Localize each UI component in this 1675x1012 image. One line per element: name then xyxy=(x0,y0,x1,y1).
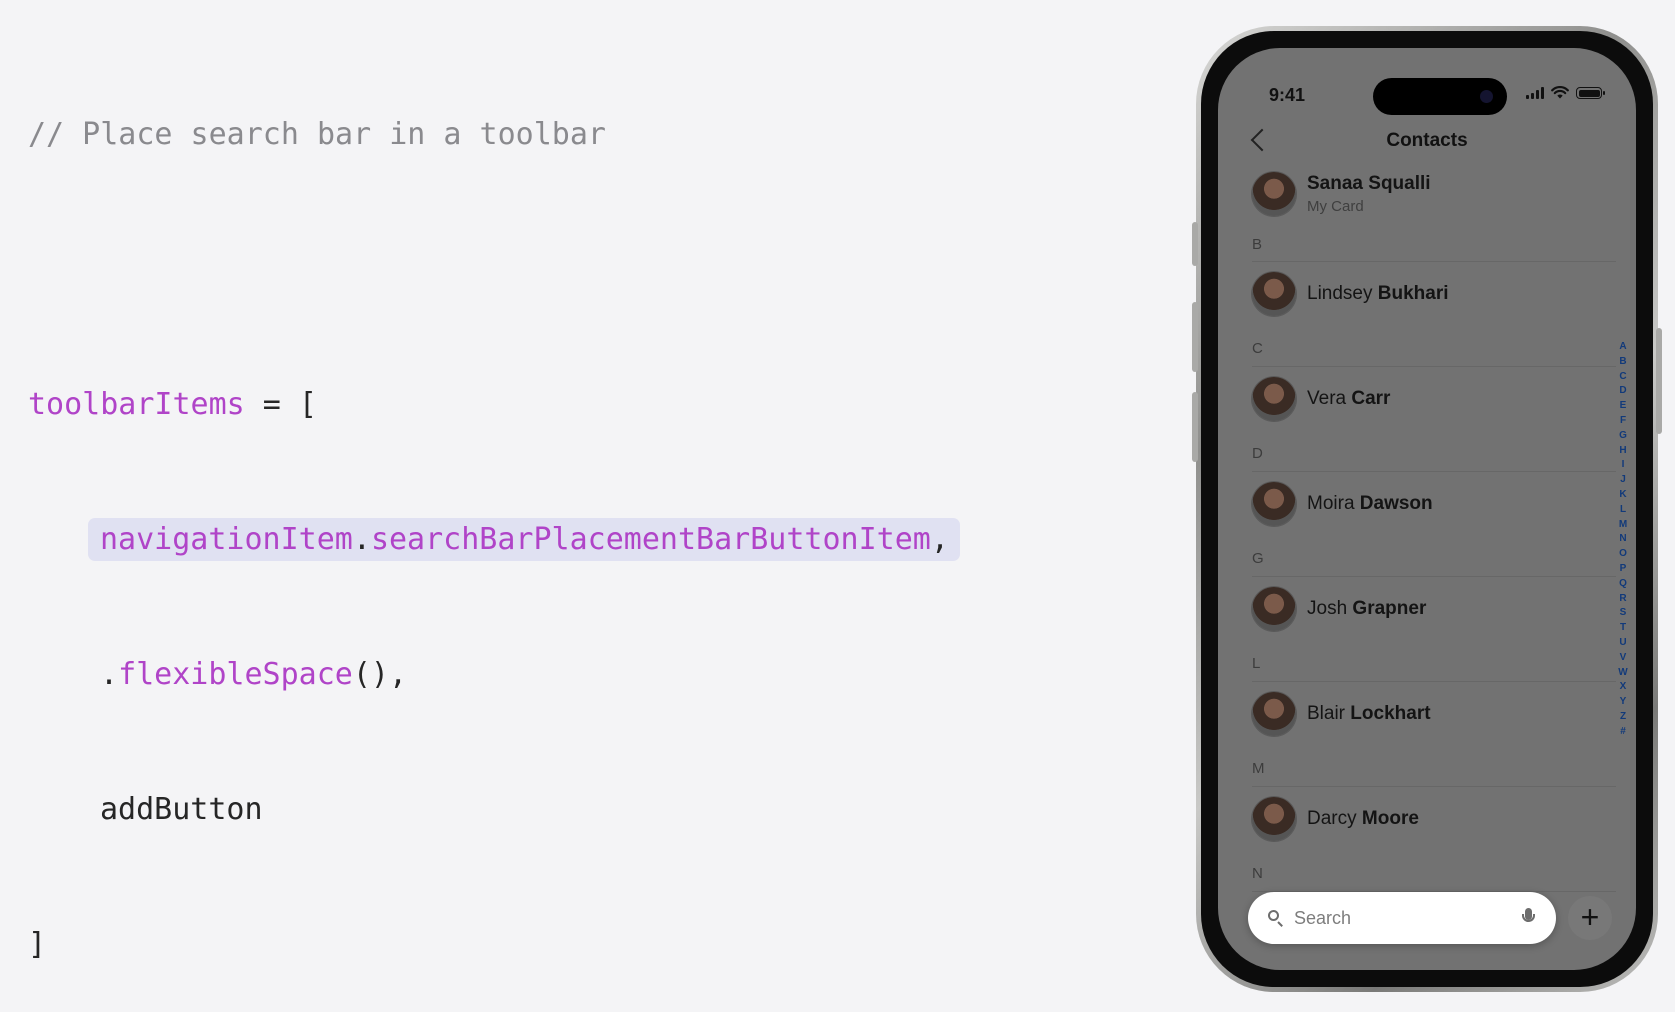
code-line-close: ] xyxy=(28,927,47,962)
volume-up-button xyxy=(1192,302,1198,372)
avatar xyxy=(1252,172,1296,216)
avatar xyxy=(1252,272,1296,316)
code-line-search-placement: navigationItem.searchBarPlacementBarButt… xyxy=(28,517,960,562)
section-header-g: G xyxy=(1252,550,1264,567)
section-header-c: C xyxy=(1252,340,1263,357)
nav-title: Contacts xyxy=(1386,130,1468,151)
index-letter[interactable]: H xyxy=(1619,444,1626,459)
contact-row[interactable]: Darcy Moore xyxy=(1252,797,1419,841)
index-letter[interactable]: K xyxy=(1619,488,1626,503)
contact-row[interactable]: Lindsey Bukhari xyxy=(1252,272,1449,316)
contact-row[interactable]: Josh Grapner xyxy=(1252,587,1426,631)
my-card-row[interactable]: Sanaa Squalli My Card xyxy=(1252,172,1431,216)
index-letter[interactable]: F xyxy=(1620,414,1626,429)
index-letter[interactable]: C xyxy=(1619,370,1626,385)
my-card-subtitle: My Card xyxy=(1307,198,1364,215)
index-letter[interactable]: U xyxy=(1619,636,1626,651)
divider xyxy=(1252,786,1616,787)
section-header-n: N xyxy=(1252,865,1263,882)
search-placeholder[interactable]: Search xyxy=(1294,908,1522,929)
index-letter[interactable]: X xyxy=(1620,680,1627,695)
divider xyxy=(1252,576,1616,577)
index-letter[interactable]: R xyxy=(1619,592,1626,607)
divider xyxy=(1252,471,1616,472)
avatar xyxy=(1252,692,1296,736)
camera-icon xyxy=(1480,90,1493,103)
contact-row[interactable]: Vera Carr xyxy=(1252,377,1390,421)
avatar xyxy=(1252,377,1296,421)
index-letter[interactable]: Z xyxy=(1620,710,1626,725)
divider xyxy=(1252,366,1616,367)
divider xyxy=(1252,261,1616,262)
section-header-m: M xyxy=(1252,760,1265,777)
index-letter[interactable]: S xyxy=(1620,606,1627,621)
avatar xyxy=(1252,797,1296,841)
code-comment: // Place search bar in a toolbar xyxy=(28,117,606,152)
index-letter[interactable]: W xyxy=(1618,666,1627,681)
index-letter[interactable]: N xyxy=(1619,532,1626,547)
index-letter[interactable]: Q xyxy=(1619,577,1627,592)
iphone-frame: 9:41 Contacts Sanaa Squalli My Card B Li… xyxy=(1192,26,1662,992)
wifi-icon xyxy=(1551,86,1569,99)
avatar xyxy=(1252,587,1296,631)
section-header-b: B xyxy=(1252,236,1263,253)
index-letter[interactable]: A xyxy=(1619,340,1626,355)
index-letter[interactable]: T xyxy=(1620,621,1626,636)
contact-row[interactable]: Moira Dawson xyxy=(1252,482,1433,526)
index-letter[interactable]: O xyxy=(1619,547,1627,562)
contact-row[interactable]: Blair Lockhart xyxy=(1252,692,1431,736)
code-blank xyxy=(28,247,949,292)
divider xyxy=(1252,681,1616,682)
section-index[interactable]: A B C D E F G H I J K L M N O P Q R S T U V W X Y Z # xyxy=(1616,340,1630,740)
index-letter[interactable]: # xyxy=(1620,725,1626,740)
index-letter[interactable]: D xyxy=(1619,384,1626,399)
index-letter[interactable]: M xyxy=(1619,518,1627,533)
index-letter[interactable]: Y xyxy=(1620,695,1627,710)
avatar xyxy=(1252,482,1296,526)
battery-icon xyxy=(1576,87,1605,99)
search-icon xyxy=(1268,910,1284,926)
dynamic-island xyxy=(1373,78,1507,115)
microphone-icon[interactable] xyxy=(1522,908,1535,928)
index-letter[interactable]: V xyxy=(1620,651,1627,666)
index-letter[interactable]: I xyxy=(1622,458,1625,473)
code-line-add-button: addButton xyxy=(100,792,263,827)
index-letter[interactable]: E xyxy=(1620,399,1627,414)
code-snippet: // Place search bar in a toolbar toolbar… xyxy=(28,22,960,1012)
index-letter[interactable]: L xyxy=(1620,503,1626,518)
code-line-flexible-space: .flexibleSpace(), xyxy=(100,657,408,692)
code-line-toolbar-items: toolbarItems = [ xyxy=(28,387,317,422)
contacts-screen: 9:41 Contacts Sanaa Squalli My Card B Li… xyxy=(1218,48,1636,970)
power-button xyxy=(1656,328,1662,434)
index-letter[interactable]: J xyxy=(1620,473,1626,488)
action-button xyxy=(1192,222,1198,266)
phone-bezel: 9:41 Contacts Sanaa Squalli My Card B Li… xyxy=(1201,31,1653,987)
index-letter[interactable]: B xyxy=(1619,355,1626,370)
status-time: 9:41 xyxy=(1269,85,1306,105)
index-letter[interactable]: G xyxy=(1619,429,1627,444)
volume-down-button xyxy=(1192,392,1198,462)
cellular-signal-icon xyxy=(1526,87,1544,99)
search-bar[interactable]: Search xyxy=(1248,892,1556,944)
add-contact-button[interactable]: + xyxy=(1568,896,1612,940)
index-letter[interactable]: P xyxy=(1620,562,1627,577)
status-icons xyxy=(1526,86,1605,99)
section-header-l: L xyxy=(1252,655,1261,672)
section-header-d: D xyxy=(1252,445,1263,462)
code-var-toolbar-items: toolbarItems xyxy=(28,387,245,422)
